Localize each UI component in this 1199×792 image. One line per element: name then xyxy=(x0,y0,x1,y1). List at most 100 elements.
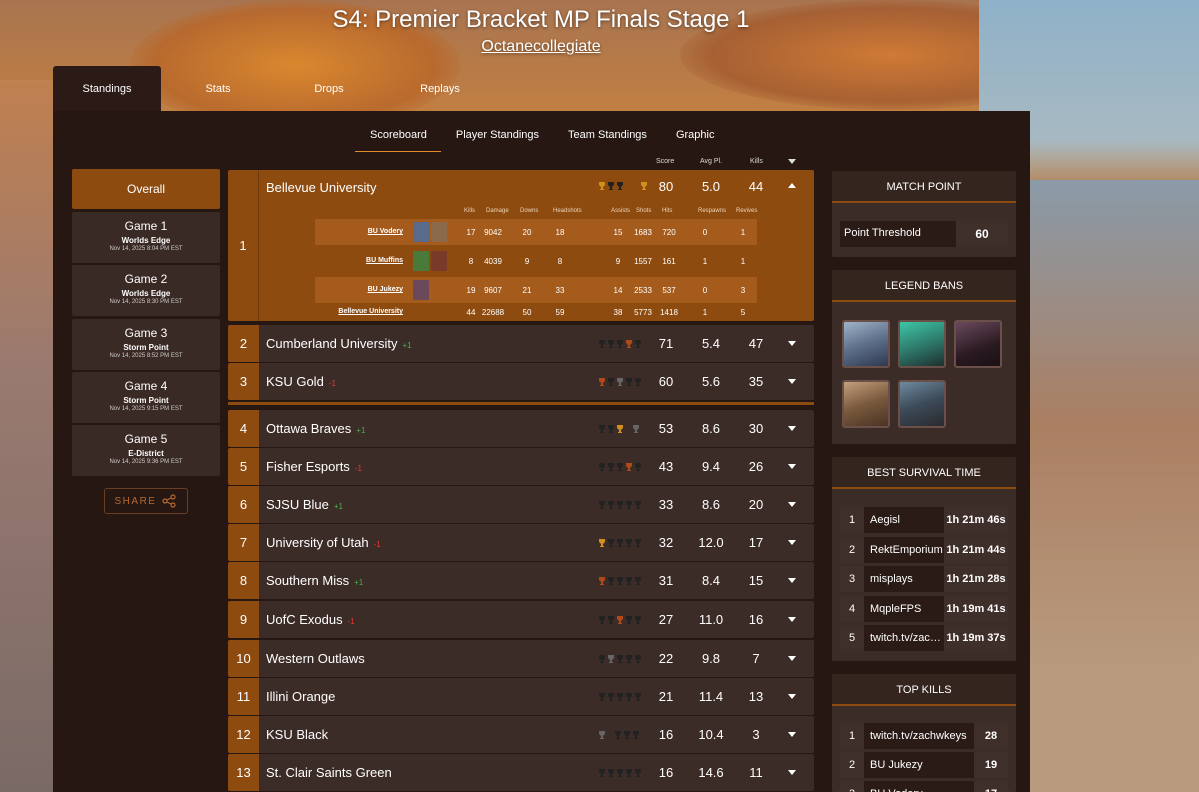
team-score: 53 xyxy=(658,421,674,436)
team-name: Fisher Esports -1 xyxy=(266,459,362,474)
player-name[interactable]: misplays xyxy=(870,573,944,585)
trophy-icon xyxy=(617,425,623,433)
team-rank: 8 xyxy=(228,562,259,599)
player-name-link[interactable]: BU Jukezy xyxy=(315,286,403,293)
tab-drops[interactable]: Drops xyxy=(275,66,383,111)
share-button[interactable]: SHARE xyxy=(104,488,188,514)
game-button[interactable]: Game 4 Storm Point Nov 14, 2025 9:15 PM ES… xyxy=(72,372,220,423)
tab-replays[interactable]: Replays xyxy=(386,66,494,111)
tab-standings[interactable]: Standings xyxy=(53,66,161,111)
expand-chevron-icon[interactable] xyxy=(788,464,796,469)
team-row[interactable]: 3 KSU Gold -1 60 5.6 35 xyxy=(228,363,814,400)
team-rank: 7 xyxy=(228,524,259,561)
subtab-graphic[interactable]: Graphic xyxy=(661,122,729,152)
expand-chevron-icon[interactable] xyxy=(788,617,796,622)
game-button[interactable]: Game 5 E-District Nov 14, 2025 9:36 PM EST xyxy=(72,425,220,476)
game-button[interactable]: Game 1 Worlds Edge Nov 14, 2025 8:04 PM ES… xyxy=(72,212,220,263)
collapse-chevron-icon[interactable] xyxy=(788,183,796,188)
expand-chevron-icon[interactable] xyxy=(788,770,796,775)
game-map: E-District xyxy=(128,449,164,458)
organizer-link[interactable]: Octanecollegiate xyxy=(0,38,1082,56)
game-button[interactable]: Game 2 Worlds Edge Nov 14, 2025 8:30 PM ES… xyxy=(72,265,220,316)
trophy-icon xyxy=(608,378,614,386)
stat-column-header: Respawns xyxy=(698,208,727,214)
player-name-link[interactable]: BU Muffins xyxy=(315,257,403,264)
expand-chevron-icon[interactable] xyxy=(788,694,796,699)
team-row[interactable]: 11 Illini Orange 21 11.4 13 xyxy=(228,678,814,715)
subtab-scoreboard[interactable]: Scoreboard xyxy=(355,122,441,152)
avg-placement-column-header[interactable]: Avg Pl. xyxy=(700,158,722,165)
player-name[interactable]: MqpleFPS xyxy=(870,603,944,615)
kills-rank: 2 xyxy=(840,752,864,778)
legend-ban-portrait xyxy=(842,320,890,368)
best-survival-title: BEST SURVIVAL TIME xyxy=(832,457,1016,489)
player-name[interactable]: twitch.tv/zachwkeys xyxy=(870,632,944,644)
survival-row: 5 twitch.tv/zachwkeys1h 19m 37s xyxy=(840,625,1008,651)
trophy-icon xyxy=(599,616,605,624)
tab-stats[interactable]: Stats xyxy=(164,66,272,111)
game-name: Game 3 xyxy=(124,326,168,340)
expand-chevron-icon[interactable] xyxy=(788,341,796,346)
trophy-icon xyxy=(617,577,623,585)
trophy-icon xyxy=(617,769,623,777)
team-row[interactable]: 5 Fisher Esports -1 43 9.4 26 xyxy=(228,448,814,485)
kills-rank: 1 xyxy=(840,723,864,749)
team-score: 16 xyxy=(658,727,674,742)
team-row[interactable]: 4 Ottawa Braves +1 53 8.6 30 xyxy=(228,410,814,447)
expand-chevron-icon[interactable] xyxy=(788,502,796,507)
team-row[interactable]: 12 KSU Black 16 10.4 3 xyxy=(228,716,814,753)
survival-row: 4 MqpleFPS 1h 19m 41s xyxy=(840,595,1008,622)
player-stat-value: 1 xyxy=(740,257,746,266)
team-row[interactable]: 8 Southern Miss +1 31 8.4 15 xyxy=(228,562,814,599)
player-name[interactable]: twitch.tv/zachwkeys xyxy=(870,730,975,742)
trophy-icon xyxy=(599,693,605,701)
expand-chevron-icon[interactable] xyxy=(788,656,796,661)
game-name: Game 2 xyxy=(124,272,168,286)
share-icon xyxy=(162,494,177,508)
team-row[interactable]: 10 Western Outlaws 22 9.8 7 xyxy=(228,640,814,677)
survival-rank: 5 xyxy=(840,625,864,651)
team-name: Southern Miss +1 xyxy=(266,573,363,588)
player-name[interactable]: RektEmporium xyxy=(870,544,944,556)
expand-chevron-icon[interactable] xyxy=(788,379,796,384)
player-name[interactable]: Aegisl xyxy=(870,514,944,526)
team-rank: 12 xyxy=(228,716,259,753)
expand-chevron-icon[interactable] xyxy=(788,426,796,431)
kills-column-header[interactable]: Kills xyxy=(750,158,763,165)
subtab-team-standings[interactable]: Team Standings xyxy=(553,122,661,152)
team-name-label: Western Outlaws xyxy=(266,651,365,666)
expand-chevron-icon[interactable] xyxy=(788,732,796,737)
team-kills: 35 xyxy=(748,374,764,389)
team-row[interactable]: 6 SJSU Blue +1 33 8.6 20 xyxy=(228,486,814,523)
team-kills: 15 xyxy=(748,573,764,588)
subtab-player-standings[interactable]: Player Standings xyxy=(441,122,553,152)
game-name: Game 5 xyxy=(124,432,168,446)
trophy-icon xyxy=(608,425,614,433)
team-row[interactable]: 2 Cumberland University +1 71 5.4 47 xyxy=(228,325,814,362)
player-stat-value: 161 xyxy=(662,257,676,266)
player-name[interactable]: BU Jukezy xyxy=(870,759,975,771)
point-threshold-value: 60 xyxy=(956,221,1008,247)
team-name: University of Utah -1 xyxy=(266,535,381,550)
score-column-header[interactable]: Score xyxy=(656,158,674,165)
placement-trophies xyxy=(598,378,642,386)
team-name-label: University of Utah xyxy=(266,535,369,550)
trophy-icon xyxy=(608,693,614,701)
player-name[interactable]: BU Vodery xyxy=(870,788,975,792)
placement-trophies xyxy=(598,182,648,190)
team-total-name-link[interactable]: Bellevue University xyxy=(315,308,403,315)
team-row-expanded[interactable]: 1 Bellevue University 80 5.0 44 Kills Dam… xyxy=(228,170,814,321)
team-total-value: 59 xyxy=(555,308,565,317)
game-button[interactable]: Game 3 Storm Point Nov 14, 2025 8:52 PM ES… xyxy=(72,319,220,370)
overall-button[interactable]: Overall xyxy=(72,169,220,209)
expand-chevron-icon[interactable] xyxy=(788,540,796,545)
trophy-icon xyxy=(635,501,641,509)
expand-all-chevron-icon[interactable] xyxy=(788,159,796,164)
top-kills-row: 3 BU Vodery17 xyxy=(840,781,1008,792)
team-row[interactable]: 9 UofC Exodus -1 27 11.0 16 xyxy=(228,601,814,638)
player-name-link[interactable]: BU Vodery xyxy=(315,228,403,235)
expand-chevron-icon[interactable] xyxy=(788,578,796,583)
team-total-value: 50 xyxy=(522,308,532,317)
team-row[interactable]: 7 University of Utah -1 32 12.0 17 xyxy=(228,524,814,561)
team-row[interactable]: 13 St. Clair Saints Green 16 14.6 11 xyxy=(228,754,814,791)
